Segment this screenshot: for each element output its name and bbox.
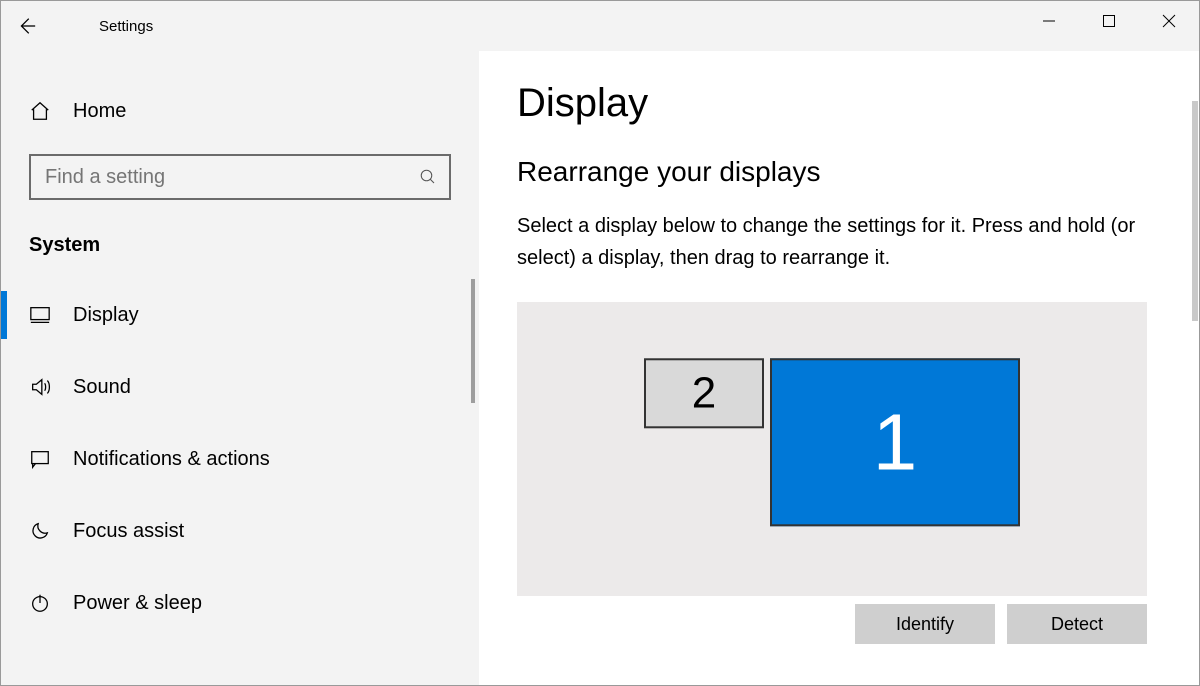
home-icon xyxy=(29,100,51,122)
close-button[interactable] xyxy=(1139,1,1199,41)
monitor-number: 1 xyxy=(873,396,918,488)
nav-label: Display xyxy=(73,304,139,327)
section-description: Select a display below to change the set… xyxy=(517,210,1137,274)
monitor-2[interactable]: 2 xyxy=(644,358,764,428)
speaker-icon xyxy=(29,376,51,398)
power-icon xyxy=(29,592,51,614)
main-panel: Display Rearrange your displays Select a… xyxy=(479,51,1199,685)
section-heading: Rearrange your displays xyxy=(517,156,1147,188)
nav-label: Power & sleep xyxy=(73,592,202,615)
search-icon xyxy=(419,168,437,186)
monitor-1[interactable]: 1 xyxy=(770,358,1020,526)
sidebar-nav: Display Sound Notifications & actions Fo… xyxy=(1,279,479,639)
sidebar: Home System Display xyxy=(1,51,479,685)
monitor-number: 2 xyxy=(692,368,716,418)
detect-button[interactable]: Detect xyxy=(1007,604,1147,644)
search-input[interactable] xyxy=(29,154,451,200)
nav-label: Notifications & actions xyxy=(73,448,270,471)
sidebar-item-power-sleep[interactable]: Power & sleep xyxy=(1,567,479,639)
chat-icon xyxy=(29,448,51,470)
home-label: Home xyxy=(73,100,126,123)
minimize-button[interactable] xyxy=(1019,1,1079,41)
nav-label: Focus assist xyxy=(73,520,184,543)
page-title: Display xyxy=(517,81,1147,126)
window-controls xyxy=(1019,1,1199,41)
identify-button[interactable]: Identify xyxy=(855,604,995,644)
window-title: Settings xyxy=(99,18,153,35)
display-arrangement-area[interactable]: 2 1 xyxy=(517,302,1147,596)
sidebar-item-notifications[interactable]: Notifications & actions xyxy=(1,423,479,495)
monitor-icon xyxy=(29,304,51,326)
sidebar-item-sound[interactable]: Sound xyxy=(1,351,479,423)
sidebar-item-display[interactable]: Display xyxy=(1,279,479,351)
maximize-button[interactable] xyxy=(1079,1,1139,41)
nav-label: Sound xyxy=(73,376,131,399)
sidebar-section-label: System xyxy=(29,234,479,257)
sidebar-item-focus-assist[interactable]: Focus assist xyxy=(1,495,479,567)
back-button[interactable] xyxy=(1,1,51,51)
sidebar-home[interactable]: Home xyxy=(1,86,479,136)
title-bar: Settings xyxy=(1,1,1199,51)
moon-icon xyxy=(29,520,51,542)
main-scrollbar[interactable] xyxy=(1192,101,1198,321)
